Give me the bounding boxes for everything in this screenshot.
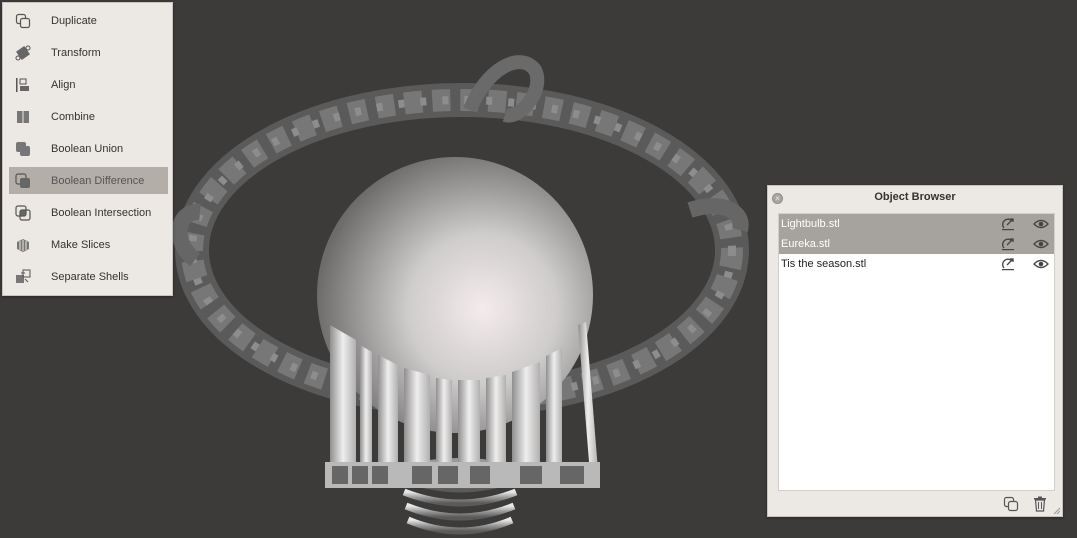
snap-to-floor-icon[interactable] (1001, 257, 1015, 271)
transform-icon (15, 45, 31, 61)
menu-item-align[interactable]: Align (9, 71, 168, 98)
snap-to-floor-icon[interactable] (1001, 237, 1015, 251)
object-browser-panel: × Object Browser Lightbulb.stl Eureka.st… (767, 185, 1063, 517)
boolean-difference-icon (15, 172, 31, 189)
edit-menu: Duplicate Transform Align Combine Boolea… (2, 2, 173, 296)
menu-item-transform[interactable]: Transform (9, 39, 168, 66)
menu-item-boolean-difference[interactable]: Boolean Difference (9, 167, 168, 194)
list-item-tis-the-season[interactable]: Tis the season.stl (779, 254, 1054, 274)
list-item-eureka[interactable]: Eureka.stl (779, 234, 1054, 254)
menu-item-label: Separate Shells (51, 270, 129, 283)
eye-icon[interactable] (1033, 258, 1049, 270)
eye-icon[interactable] (1033, 238, 1049, 250)
object-list[interactable]: Lightbulb.stl Eureka.stl Tis the season.… (778, 213, 1055, 491)
boolean-union-icon (15, 141, 31, 157)
separate-shells-icon (15, 269, 31, 285)
resize-grip-icon[interactable] (1053, 507, 1061, 515)
menu-item-label: Boolean Intersection (51, 206, 152, 219)
duplicate-icon[interactable] (1003, 496, 1019, 512)
make-slices-icon (15, 237, 31, 253)
object-name: Eureka.stl (781, 238, 830, 250)
menu-item-make-slices[interactable]: Make Slices (9, 231, 168, 258)
menu-item-label: Make Slices (51, 238, 111, 251)
trash-icon[interactable] (1033, 496, 1047, 512)
eye-icon[interactable] (1033, 218, 1049, 230)
combine-icon (15, 109, 31, 125)
menu-item-combine[interactable]: Combine (9, 103, 168, 130)
object-name: Lightbulb.stl (781, 218, 840, 230)
menu-item-boolean-intersection[interactable]: Boolean Intersection (9, 199, 168, 226)
duplicate-icon (15, 13, 31, 29)
menu-item-label: Boolean Difference (51, 174, 145, 187)
list-item-lightbulb[interactable]: Lightbulb.stl (779, 214, 1054, 234)
menu-item-separate-shells[interactable]: Separate Shells (9, 263, 168, 290)
panel-title: Object Browser (874, 191, 956, 203)
menu-item-boolean-union[interactable]: Boolean Union (9, 135, 168, 162)
align-icon (15, 77, 31, 93)
object-name: Tis the season.stl (781, 258, 867, 270)
menu-item-label: Combine (51, 110, 96, 123)
boolean-intersection-icon (15, 204, 31, 221)
menu-item-label: Boolean Union (51, 142, 124, 155)
snap-to-floor-icon[interactable] (1001, 217, 1015, 231)
menu-item-label: Duplicate (51, 14, 97, 27)
menu-item-label: Transform (51, 46, 101, 59)
menu-item-label: Align (51, 78, 76, 91)
menu-item-duplicate[interactable]: Duplicate (9, 7, 168, 34)
